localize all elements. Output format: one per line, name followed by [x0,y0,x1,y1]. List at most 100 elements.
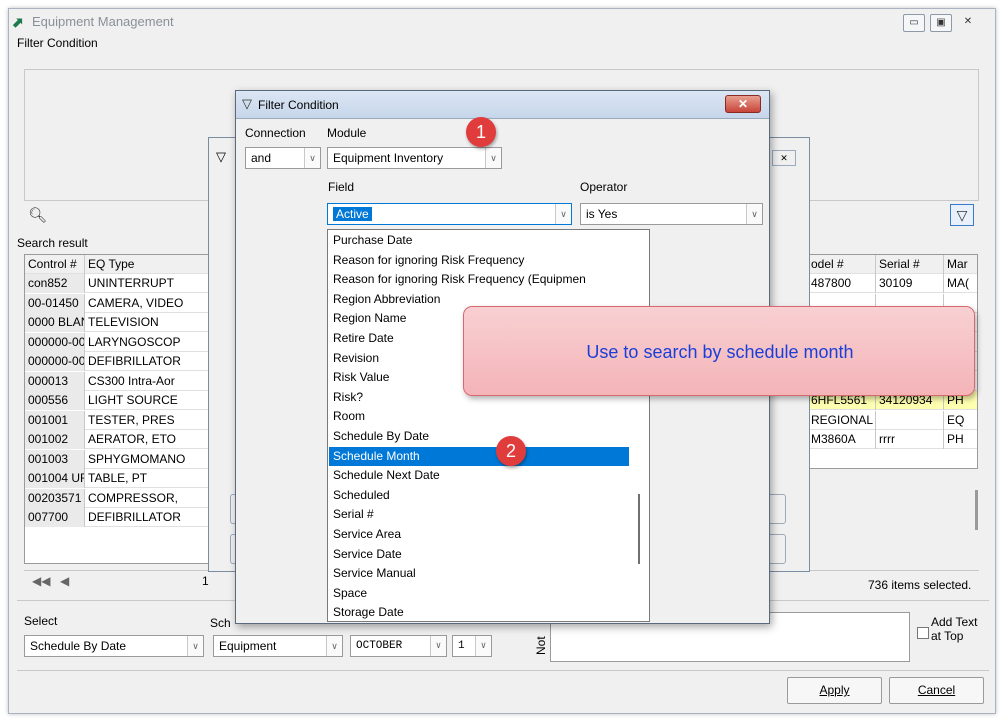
field-option[interactable]: Room [329,407,629,426]
chevron-down-icon: ∨ [326,636,342,656]
model-cell: M3860A [808,430,876,449]
table-row[interactable]: 001001 TESTER, PRES [25,410,237,430]
serial-cell [876,410,944,430]
table-row[interactable]: REGIONAL EQ [808,410,977,430]
connection-dropdown[interactable]: and ∨ [245,147,321,169]
table-row[interactable]: 00-01450 CAMERA, VIDEO [25,293,237,313]
month-dropdown[interactable]: OCTOBER ∨ [350,635,447,657]
field-option[interactable]: Purchase Date [329,231,629,250]
right-grid-scrollbar[interactable] [975,490,978,530]
field-option[interactable]: Schedule Next Date [329,466,629,485]
serial-cell: 30109 [876,274,944,293]
table-row[interactable]: 00203571 COMPRESSOR, [25,488,237,508]
field-option[interactable]: Service Date [329,545,629,564]
dialog-title: Filter Condition [258,98,339,112]
field-option[interactable]: Storage Date [329,603,629,621]
field-option[interactable]: Schedule By Date [329,427,629,446]
connection-label: Connection [245,126,306,140]
field-option[interactable]: Reason for ignoring Risk Frequency (Equi… [329,270,629,289]
callout-box: Use to search by schedule month [463,306,975,396]
field-option[interactable]: Service Area [329,525,629,544]
grid-header-row: odel # Serial # Mar [808,255,977,274]
chevron-down-icon: ∨ [485,148,501,168]
chevron-down-icon: ∨ [555,204,571,224]
select-label: Select [24,614,58,628]
model-cell: REGIONAL [808,410,876,430]
items-selected-count: 736 items selected. [868,578,972,592]
manufacturer-cell: MA( [944,274,977,293]
field-option[interactable]: Space [329,584,629,603]
control-number-cell: 001003 [25,449,85,469]
table-row[interactable]: 0000 BLAN TELEVISION [25,313,237,332]
field-option[interactable]: Schedule Month [329,446,629,466]
callout-text: Use to search by schedule month [586,342,854,362]
prev-page-icon[interactable]: ◀ [60,574,69,588]
field-options-list[interactable]: Purchase Date Reason for ignoring Risk Fr… [327,229,650,622]
control-number-cell: 000013 [25,371,85,391]
maximize-button[interactable]: ▣ [930,14,952,32]
close-window-button[interactable]: ✕ [957,14,979,32]
chevron-down-icon: ∨ [746,204,762,224]
field-option[interactable]: Service Manual [329,564,629,583]
table-row[interactable]: 001004 UF TABLE, PT [25,469,237,488]
serial-cell: rrrr [876,430,944,449]
table-row[interactable]: 000013 CS300 Intra-Aor [25,371,237,391]
control-number-cell: 001004 UF [25,469,85,488]
field-dropdown[interactable]: Active ∨ [327,203,572,225]
first-page-icon[interactable]: ◀◀ [32,574,50,588]
cancel-button[interactable]: Cancel [889,677,984,704]
field-option[interactable]: Reason for ignoring Risk Frequency [329,251,629,270]
table-row[interactable]: 000556 LIGHT SOURCE [25,391,237,410]
control-number-cell: 007700 [25,508,85,527]
manufacturer-cell: EQ [944,411,977,430]
connection-value: and [251,151,272,165]
month-value: OCTOBER [356,640,403,652]
add-text-label: Add Text at Top [931,615,978,643]
search-result-grid-left[interactable]: Control # EQ Type con852 UNINTERRUPT 00-01… [24,254,238,564]
select-dropdown[interactable]: Schedule By Date ∨ [24,635,204,657]
day-value: 1 [458,640,465,652]
apply-button[interactable]: Apply [787,677,882,704]
control-number-cell: 001002 [25,430,85,449]
table-row[interactable]: 001003 SPHYGMOMANO [25,449,237,469]
column-header-manufacturer[interactable]: Mar [944,255,977,274]
filter-icon[interactable]: ▽ [950,204,974,226]
table-row[interactable]: 001002 AERATOR, ETO [25,430,237,449]
column-header-model[interactable]: odel # [808,255,876,274]
table-row[interactable]: 000000-00 DEFIBRILLATOR [25,352,237,371]
control-number-cell: 0000 BLAN [25,313,85,332]
equipment-dropdown[interactable]: Equipment ∨ [213,635,343,657]
filter-condition-label: Filter Condition [17,36,98,50]
minimize-button[interactable]: ▭ [903,14,925,32]
table-row[interactable]: 000000-00 LARYNGOSCOP [25,332,237,352]
chevron-down-icon: ∨ [304,148,320,168]
operator-dropdown[interactable]: is Yes ∨ [580,203,763,225]
module-dropdown[interactable]: Equipment Inventory ∨ [327,147,502,169]
close-icon[interactable]: ✕ [725,95,761,113]
field-option[interactable]: Serial # [329,505,629,524]
background-dialog-field [770,494,786,524]
module-value: Equipment Inventory [333,151,444,165]
table-row[interactable]: con852 UNINTERRUPT [25,274,237,293]
table-row[interactable]: 487800 30109 MA( [808,274,977,293]
column-header-control[interactable]: Control # [25,255,85,274]
search-icon[interactable]: 🔍︎ [28,206,47,224]
control-number-cell: con852 [25,274,85,293]
control-number-cell: 000000-00 [25,352,85,371]
field-label: Field [328,180,355,194]
page-number: 1 [202,574,209,588]
column-header-serial[interactable]: Serial # [876,255,944,274]
table-row[interactable]: 007700 DEFIBRILLATOR [25,508,237,527]
control-number-cell: 000556 [25,391,85,410]
add-text-checkbox[interactable] [917,627,929,639]
table-row[interactable]: M3860A rrrr PH [808,430,977,449]
chevron-down-icon: ∨ [475,636,491,656]
field-option[interactable]: Scheduled [329,486,629,505]
chevron-down-icon: ∨ [187,636,203,656]
equipment-value: Equipment [219,639,277,653]
background-dialog-field [770,534,786,564]
list-scrollbar-thumb[interactable] [638,494,640,564]
day-dropdown[interactable]: 1 ∨ [452,635,492,657]
control-number-cell: 00-01450 [25,293,85,313]
control-number-cell: 00203571 [25,488,85,508]
